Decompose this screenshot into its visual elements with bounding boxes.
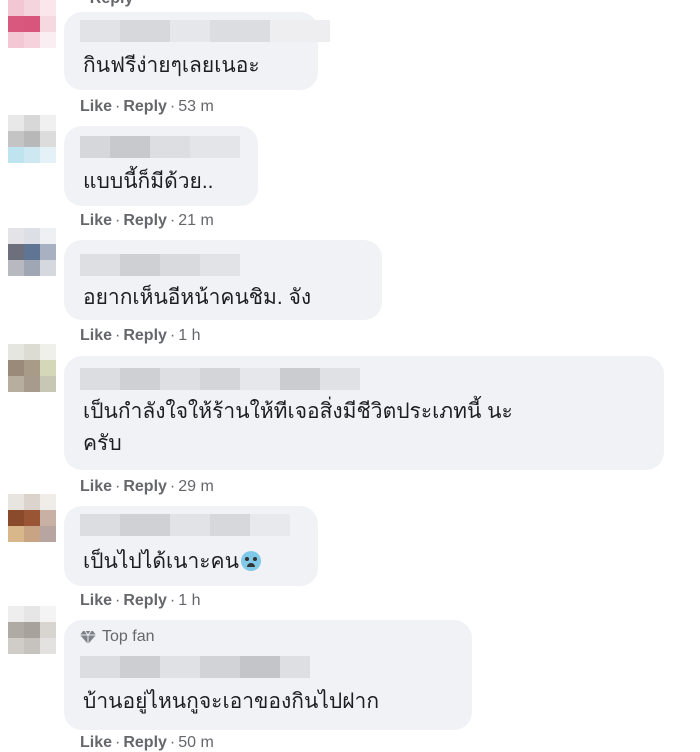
top-fan-label: Top fan <box>102 628 155 645</box>
comment-bubble: เป็นไปได้เนาะคน <box>64 506 318 586</box>
commenter-name-blurred[interactable] <box>80 254 240 276</box>
reply-link[interactable]: Reply <box>123 592 167 609</box>
anxious-face-emoji <box>240 551 261 571</box>
diamond-icon <box>80 630 96 644</box>
top-fan-badge: Top fan <box>80 628 154 646</box>
comment-timestamp[interactable]: 50 m <box>178 734 214 751</box>
avatar[interactable] <box>8 344 56 416</box>
like-link[interactable]: Like <box>80 592 112 609</box>
reply-link[interactable]: Reply <box>123 327 167 344</box>
like-link[interactable]: Like <box>80 478 112 495</box>
comment-actions: Like · Reply · 1 h <box>80 592 201 609</box>
comment-actions: Like · Reply · 53 m <box>80 98 214 115</box>
comment-text-line-1: เป็นกำลังใจให้ร้านให้ทีเจอสิ่งมีชีวิตประ… <box>83 400 513 423</box>
comment-text: บ้านอยู่ไหนกูจะเอาของกินไปฝาก <box>83 690 380 713</box>
comment-text: เป็นไปได้เนาะคน <box>83 544 261 580</box>
like-link[interactable]: Like <box>80 734 112 751</box>
comment-timestamp[interactable]: 1 h <box>178 592 200 609</box>
commenter-name-blurred[interactable] <box>80 20 330 42</box>
avatar[interactable] <box>8 0 56 72</box>
avatar[interactable] <box>8 606 56 678</box>
comment-text-content: เป็นไปได้เนาะคน <box>83 550 239 573</box>
comment-timestamp[interactable]: 21 m <box>178 212 214 229</box>
like-link[interactable]: Like <box>80 98 112 115</box>
avatar[interactable] <box>8 494 56 566</box>
commenter-name-blurred[interactable] <box>80 656 310 678</box>
comment-bubble: แบบนี้ก็มีด้วย.. <box>64 126 258 206</box>
commenter-name-blurred[interactable] <box>80 136 240 158</box>
reply-link[interactable]: Reply <box>123 734 167 751</box>
comment-bubble: กินฟรีง่ายๆเลยเนอะ <box>64 12 330 90</box>
like-link[interactable]: Like <box>80 327 112 344</box>
avatar[interactable] <box>8 228 56 300</box>
comment-text: อยากเห็นอีหน้าคนชิม. จัง <box>83 286 312 309</box>
reply-link[interactable]: Reply <box>123 478 167 495</box>
like-link[interactable]: Like <box>80 212 112 229</box>
reply-link[interactable]: Reply <box>123 212 167 229</box>
comment-timestamp[interactable]: 53 m <box>178 98 214 115</box>
comment-text: แบบนี้ก็มีด้วย.. <box>83 170 214 193</box>
avatar[interactable] <box>8 115 56 187</box>
reply-link[interactable]: Reply <box>123 98 167 115</box>
commenter-name-blurred[interactable] <box>80 514 290 536</box>
comment-actions: Like · Reply · 29 m <box>80 478 214 495</box>
comment-actions: Like · Reply · 50 m <box>80 734 214 751</box>
comment-meta-partial: · Reply <box>80 0 133 8</box>
commenter-name-blurred[interactable] <box>80 368 360 390</box>
comment-actions: Like · Reply · 21 m <box>80 212 214 229</box>
comment-timestamp[interactable]: 1 h <box>178 327 200 344</box>
comment-bubble: Top fan บ้านอยู่ไหนกูจะเอาของกินไปฝาก <box>64 620 472 730</box>
comment-actions: Like · Reply · 1 h <box>80 327 201 344</box>
comment-bubble: อยากเห็นอีหน้าคนชิม. จัง <box>64 240 382 320</box>
comment-text: กินฟรีง่ายๆเลยเนอะ <box>83 54 260 77</box>
comment-text-line-2: ครับ <box>83 432 122 455</box>
comment-bubble: เป็นกำลังใจให้ร้านให้ทีเจอสิ่งมีชีวิตประ… <box>64 356 664 470</box>
comment-timestamp[interactable]: 29 m <box>178 478 214 495</box>
